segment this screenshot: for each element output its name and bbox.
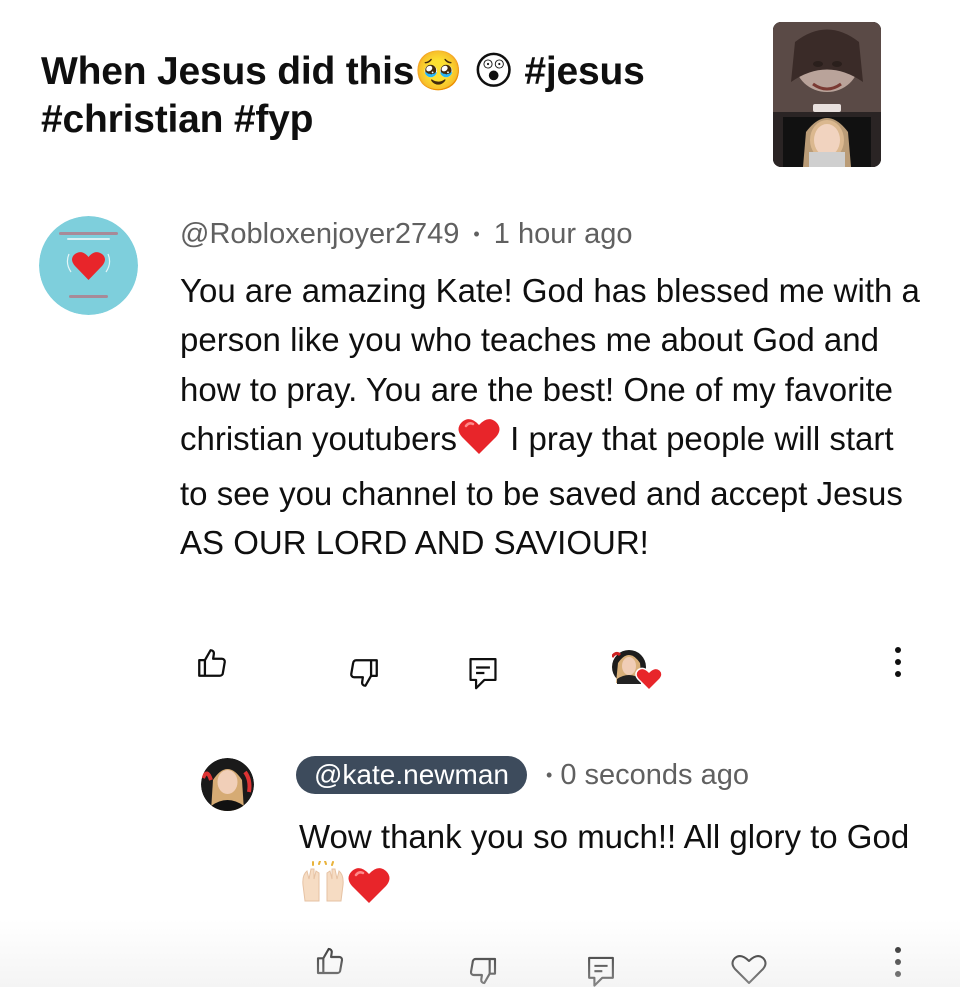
video-title: When Jesus did this🥹 😲 #jesus #christian… <box>41 50 645 141</box>
more-vertical-icon <box>895 947 901 977</box>
reply-like-button[interactable] <box>314 945 346 977</box>
reply-heart-button[interactable] <box>731 953 767 985</box>
reply-time: 0 seconds ago <box>560 759 749 791</box>
thumbs-up-icon <box>316 947 344 975</box>
reply-icon <box>588 956 614 987</box>
thumbs-down-icon <box>469 957 497 985</box>
heart-outline-icon <box>731 955 767 984</box>
reply-author-handle[interactable]: @kate.newman <box>296 756 527 794</box>
reply-meta: • 0 seconds ago <box>546 757 749 793</box>
comment-more-button[interactable] <box>891 645 905 679</box>
comment-text: You are amazing Kate! God has blessed me… <box>180 266 930 568</box>
creator-heart-badge[interactable] <box>612 649 662 691</box>
reply-icon <box>469 658 497 690</box>
comment-author[interactable]: @Robloxenjoyer2749 <box>180 218 459 250</box>
comment-dislike-button[interactable] <box>347 656 381 690</box>
meta-separator: • <box>473 224 480 244</box>
reply-more-button[interactable] <box>891 945 905 979</box>
comment-time: 1 hour ago <box>493 218 633 250</box>
reply-text-part-1: Wow thank you so much!! All glory to God <box>299 818 910 855</box>
thumbs-up-icon <box>198 649 226 677</box>
reply-text: Wow thank you so much!! All glory to God <box>299 812 919 918</box>
red-heart-emoji-icon <box>347 865 391 918</box>
meta-separator: • <box>546 765 553 785</box>
reply-reply-button[interactable] <box>585 954 617 987</box>
reply-author-avatar[interactable] <box>201 758 254 811</box>
comment-meta: @Robloxenjoyer2749 • 1 hour ago <box>180 216 632 252</box>
comment-reply-button[interactable] <box>466 655 500 691</box>
red-heart-emoji-icon <box>457 416 501 469</box>
raising-hands-emoji-icon <box>299 860 347 918</box>
reply-dislike-button[interactable] <box>467 955 499 987</box>
comment-like-button[interactable] <box>195 646 229 680</box>
commenter-avatar[interactable] <box>39 216 138 315</box>
thumbs-down-icon <box>350 659 378 687</box>
video-thumbnail[interactable] <box>773 22 881 167</box>
more-vertical-icon <box>895 647 901 677</box>
